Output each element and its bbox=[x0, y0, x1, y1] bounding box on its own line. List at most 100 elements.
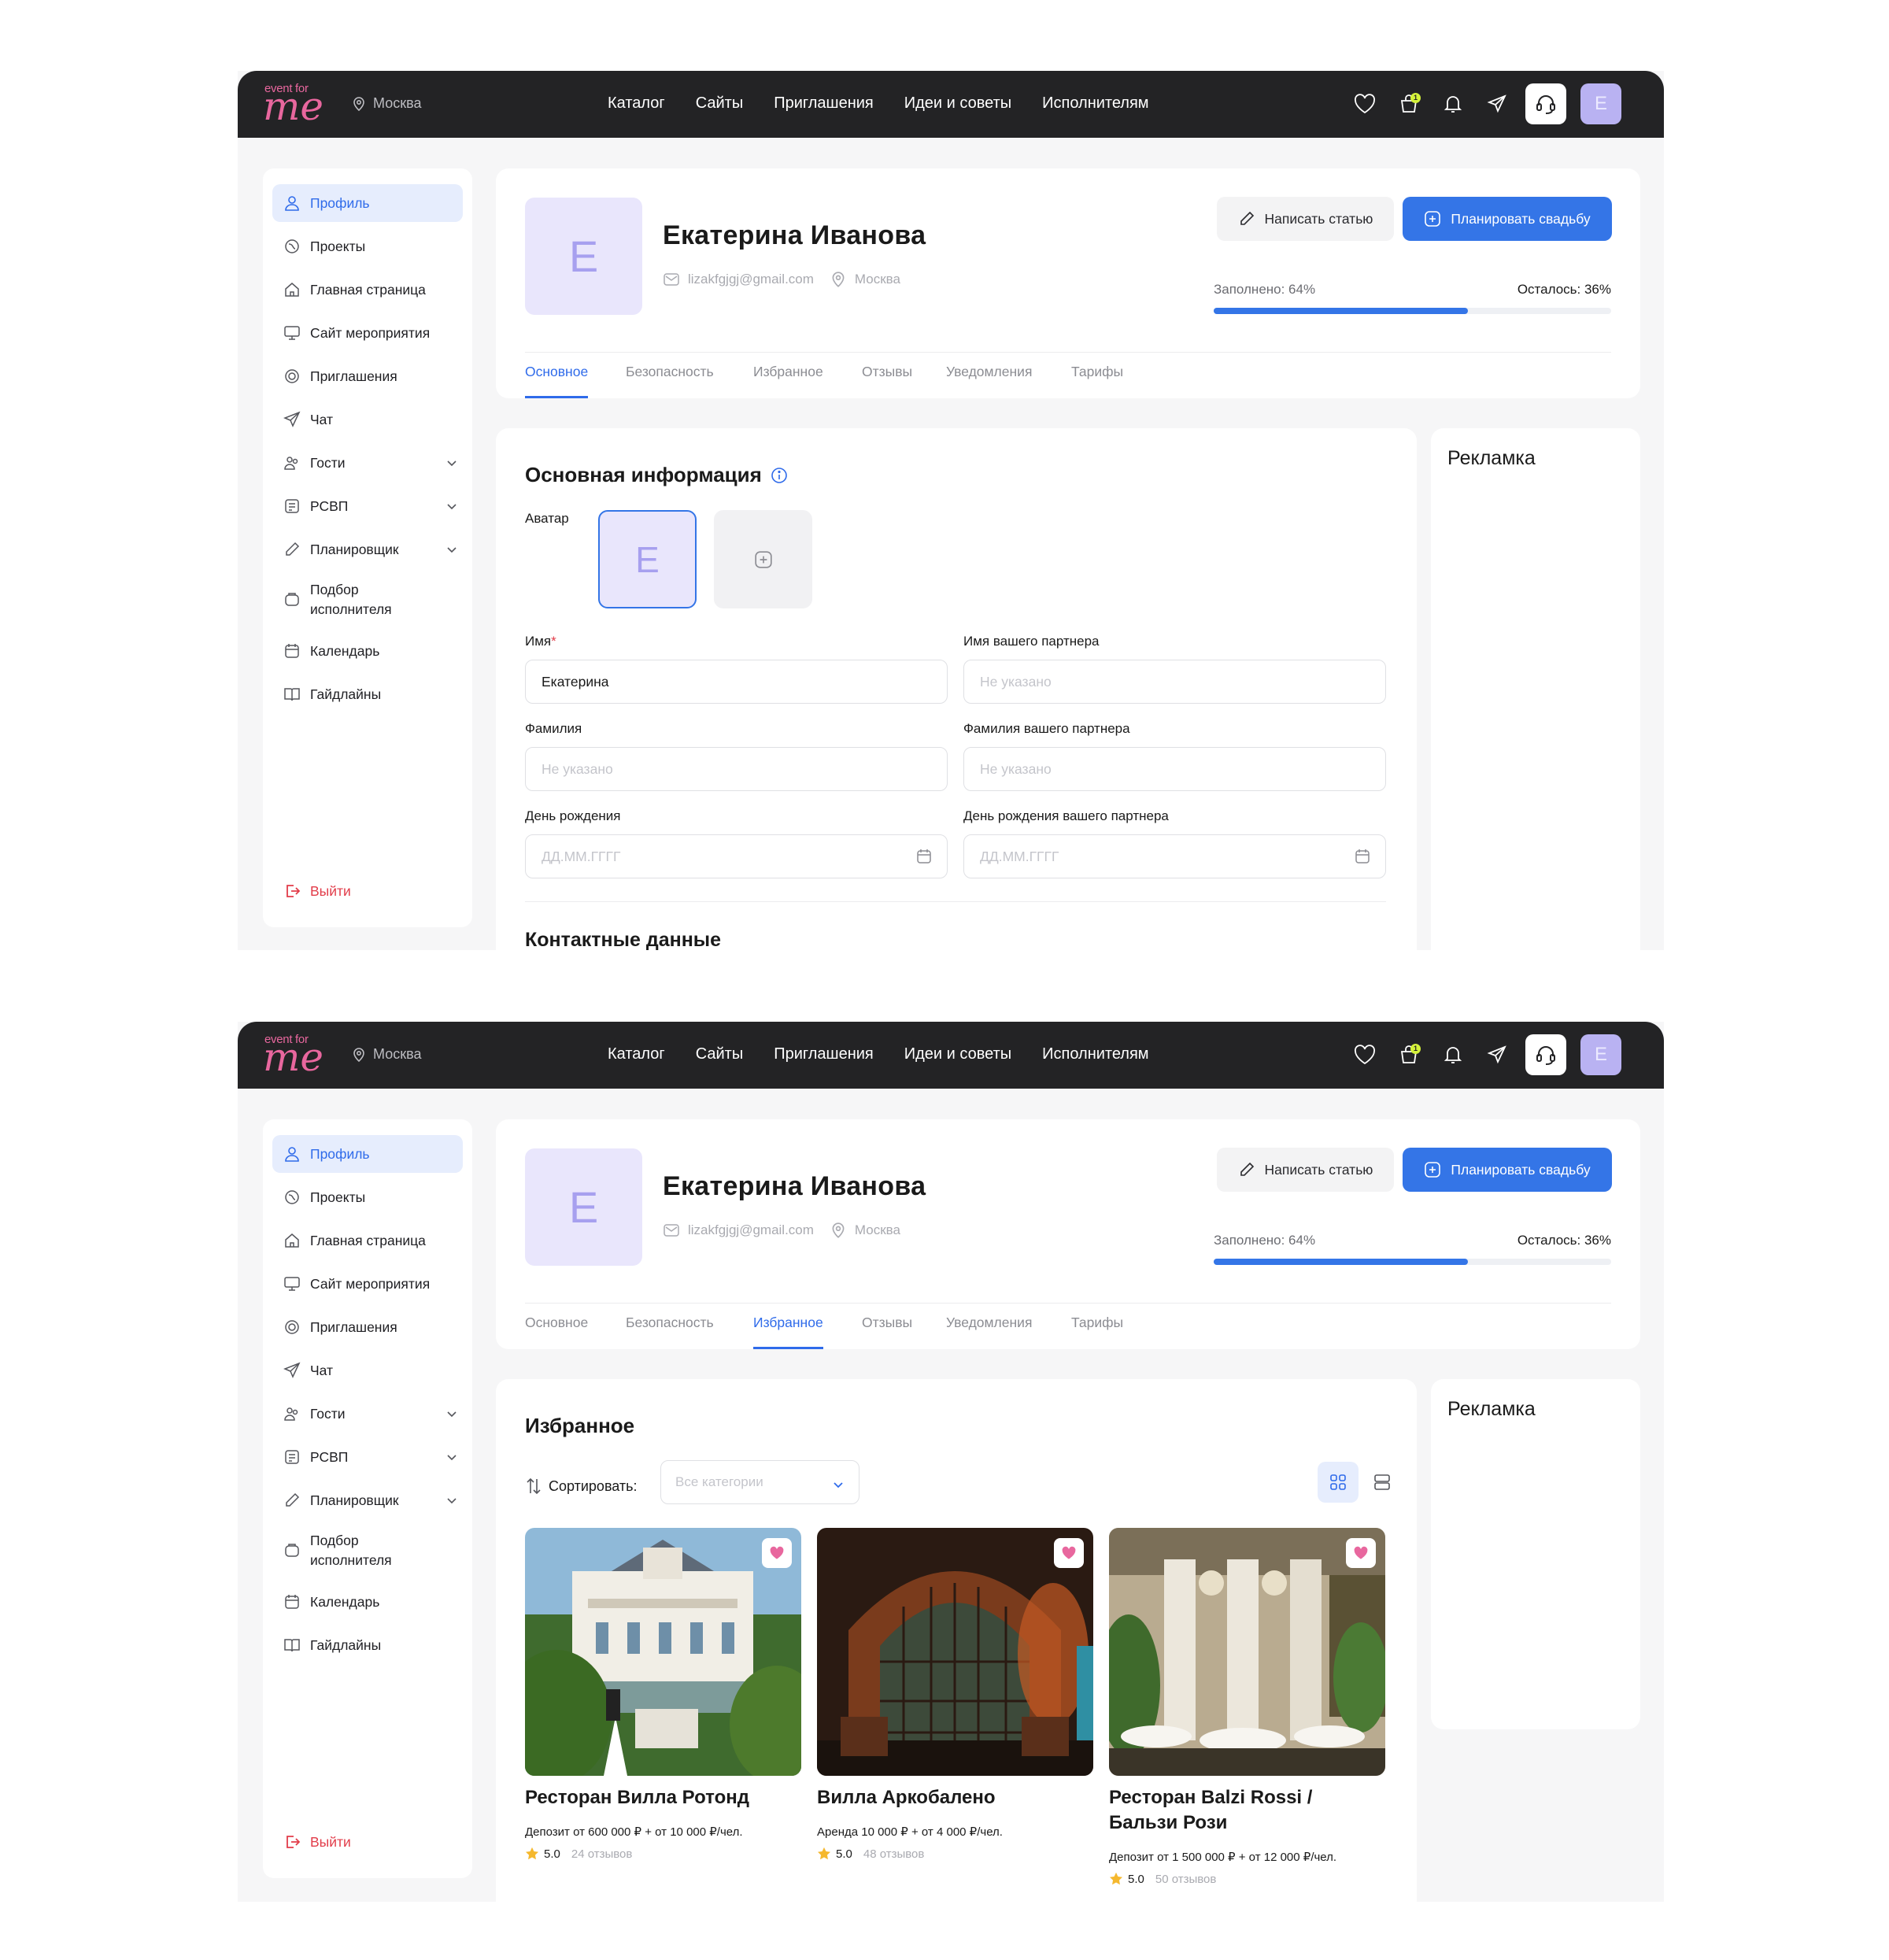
calendar-icon[interactable] bbox=[1354, 848, 1371, 865]
sidebar-item-projects[interactable]: Проекты bbox=[272, 1178, 463, 1216]
sidebar-item-planner[interactable]: Планировщик bbox=[272, 1481, 463, 1519]
chevron-down-icon[interactable] bbox=[445, 500, 458, 512]
notifications-button[interactable] bbox=[1431, 83, 1475, 124]
nav-invitations[interactable]: Приглашения bbox=[774, 94, 874, 113]
venue-card[interactable]: Вилла Аркобалено Аренда 10 000 ₽ + от 4 … bbox=[817, 1528, 1093, 1861]
category-select[interactable]: Все категории bbox=[660, 1460, 859, 1504]
partner-last-name-field[interactable]: Не указано bbox=[963, 747, 1386, 791]
cart-button[interactable]: 1 bbox=[1387, 1034, 1431, 1075]
sidebar-item-profile[interactable]: Профиль bbox=[272, 184, 463, 222]
sidebar-item-home[interactable]: Главная страница bbox=[272, 1222, 463, 1259]
last-name-field[interactable]: Не указано bbox=[525, 747, 948, 791]
nav-sites[interactable]: Сайты bbox=[696, 94, 744, 113]
chevron-down-icon[interactable] bbox=[445, 543, 458, 556]
venue-card[interactable]: Ресторан Вилла Ротонд Депозит от 600 000… bbox=[525, 1528, 801, 1861]
nav-ideas[interactable]: Идеи и советы bbox=[904, 1045, 1011, 1063]
city-selector[interactable]: Москва bbox=[351, 95, 421, 112]
tab-basic[interactable]: Основное bbox=[525, 364, 589, 398]
sidebar-item-guests[interactable]: Гости bbox=[272, 1395, 463, 1433]
nav-performers[interactable]: Исполнителям bbox=[1042, 94, 1148, 113]
sidebar-item-chat[interactable]: Чат bbox=[272, 401, 463, 438]
tab-tariffs[interactable]: Тарифы bbox=[1071, 364, 1123, 398]
sidebar-item-profile[interactable]: Профиль bbox=[272, 1135, 463, 1173]
logout-button[interactable]: Выйти bbox=[272, 872, 463, 910]
sidebar-item-event-site[interactable]: Сайт мероприятия bbox=[272, 1265, 463, 1303]
review-count[interactable]: 50 отзывов bbox=[1155, 1873, 1217, 1886]
nav-ideas[interactable]: Идеи и советы bbox=[904, 94, 1011, 113]
messages-button[interactable] bbox=[1475, 83, 1519, 124]
review-count[interactable]: 24 отзывов bbox=[571, 1847, 633, 1861]
user-avatar[interactable]: E bbox=[1580, 83, 1621, 124]
plus-square-icon bbox=[1425, 1162, 1441, 1178]
partner-name-field[interactable]: Не указано bbox=[963, 660, 1386, 704]
first-name-field[interactable]: Екатерина bbox=[525, 660, 948, 704]
plan-wedding-button[interactable]: Планировать свадьбу bbox=[1403, 1148, 1612, 1192]
favorites-button[interactable] bbox=[1343, 83, 1387, 124]
chevron-down-icon[interactable] bbox=[445, 1451, 458, 1463]
calendar-icon[interactable] bbox=[915, 848, 933, 865]
nav-invitations[interactable]: Приглашения bbox=[774, 1045, 874, 1063]
tab-security[interactable]: Безопасность bbox=[626, 1315, 714, 1349]
nav-performers[interactable]: Исполнителям bbox=[1042, 1045, 1148, 1063]
sidebar-item-event-site[interactable]: Сайт мероприятия bbox=[272, 314, 463, 352]
user-avatar[interactable]: E bbox=[1580, 1034, 1621, 1075]
tab-tariffs[interactable]: Тарифы bbox=[1071, 1315, 1123, 1349]
tab-favorites[interactable]: Избранное bbox=[753, 1315, 823, 1349]
tab-security[interactable]: Безопасность bbox=[626, 364, 714, 398]
add-avatar-button[interactable] bbox=[714, 510, 812, 608]
tab-reviews[interactable]: Отзывы bbox=[862, 1315, 912, 1349]
sidebar-item-invitations[interactable]: Приглашения bbox=[272, 357, 463, 395]
write-article-button[interactable]: Написать статью bbox=[1217, 1148, 1394, 1192]
birthday-field[interactable]: ДД.ММ.ГГГГ bbox=[525, 834, 948, 878]
sidebar-item-planner[interactable]: Планировщик bbox=[272, 531, 463, 568]
favorites-button[interactable] bbox=[1343, 1034, 1387, 1075]
sidebar-item-vendor-search[interactable]: Подбор исполнителя bbox=[272, 574, 463, 626]
chevron-down-icon[interactable] bbox=[445, 1407, 458, 1420]
support-button[interactable] bbox=[1525, 83, 1566, 124]
favorite-toggle[interactable] bbox=[762, 1538, 792, 1568]
sidebar-item-guests[interactable]: Гости bbox=[272, 444, 463, 482]
notifications-button[interactable] bbox=[1431, 1034, 1475, 1075]
sidebar-item-guidelines[interactable]: Гайдлайны bbox=[272, 675, 463, 713]
sidebar-item-vendor-search[interactable]: Подбор исполнителя bbox=[272, 1525, 463, 1577]
city-selector[interactable]: Москва bbox=[351, 1046, 421, 1063]
support-button[interactable] bbox=[1525, 1034, 1566, 1075]
logo[interactable]: event for me bbox=[263, 1033, 326, 1078]
nav-catalog[interactable]: Каталог bbox=[608, 94, 665, 113]
partner-birthday-field[interactable]: ДД.ММ.ГГГГ bbox=[963, 834, 1386, 878]
logout-button[interactable]: Выйти bbox=[272, 1823, 463, 1861]
plan-wedding-button[interactable]: Планировать свадьбу bbox=[1403, 197, 1612, 241]
chevron-down-icon[interactable] bbox=[445, 457, 458, 469]
avatar-option-selected[interactable]: E bbox=[598, 510, 697, 608]
write-article-button[interactable]: Написать статью bbox=[1217, 197, 1394, 241]
sidebar-item-chat[interactable]: Чат bbox=[272, 1352, 463, 1389]
tab-basic[interactable]: Основное bbox=[525, 1315, 588, 1349]
grid-view-button[interactable] bbox=[1318, 1462, 1359, 1503]
nav-catalog[interactable]: Каталог bbox=[608, 1045, 665, 1063]
cart-button[interactable]: 1 bbox=[1387, 83, 1431, 124]
list-view-button[interactable] bbox=[1362, 1462, 1403, 1503]
info-icon[interactable] bbox=[770, 466, 789, 485]
tab-favorites[interactable]: Избранное bbox=[753, 364, 823, 398]
sidebar-item-calendar[interactable]: Календарь bbox=[272, 632, 463, 670]
sidebar-item-home[interactable]: Главная страница bbox=[272, 271, 463, 309]
sort-control[interactable]: Сортировать: bbox=[525, 1477, 638, 1496]
sidebar-item-calendar[interactable]: Календарь bbox=[272, 1583, 463, 1621]
tab-notifications[interactable]: Уведомления bbox=[946, 1315, 1032, 1349]
sidebar-item-guidelines[interactable]: Гайдлайны bbox=[272, 1626, 463, 1664]
messages-button[interactable] bbox=[1475, 1034, 1519, 1075]
sidebar-item-invitations[interactable]: Приглашения bbox=[272, 1308, 463, 1346]
chevron-down-icon[interactable] bbox=[445, 1494, 458, 1507]
review-count[interactable]: 48 отзывов bbox=[863, 1847, 925, 1861]
nav-sites[interactable]: Сайты bbox=[696, 1045, 744, 1063]
tab-notifications[interactable]: Уведомления bbox=[946, 364, 1032, 398]
sidebar-item-rsvp[interactable]: РСВП bbox=[272, 1438, 463, 1476]
favorite-toggle[interactable] bbox=[1346, 1538, 1376, 1568]
logo[interactable]: event for me bbox=[263, 82, 326, 128]
sidebar-item-rsvp[interactable]: РСВП bbox=[272, 487, 463, 525]
tab-reviews[interactable]: Отзывы bbox=[862, 364, 912, 398]
sidebar-item-projects[interactable]: Проекты bbox=[272, 227, 463, 265]
venue-card[interactable]: Ресторан Balzi Rossi / Бальзи Рози Депоз… bbox=[1109, 1528, 1385, 1886]
bell-icon bbox=[1444, 96, 1462, 113]
favorite-toggle[interactable] bbox=[1054, 1538, 1084, 1568]
